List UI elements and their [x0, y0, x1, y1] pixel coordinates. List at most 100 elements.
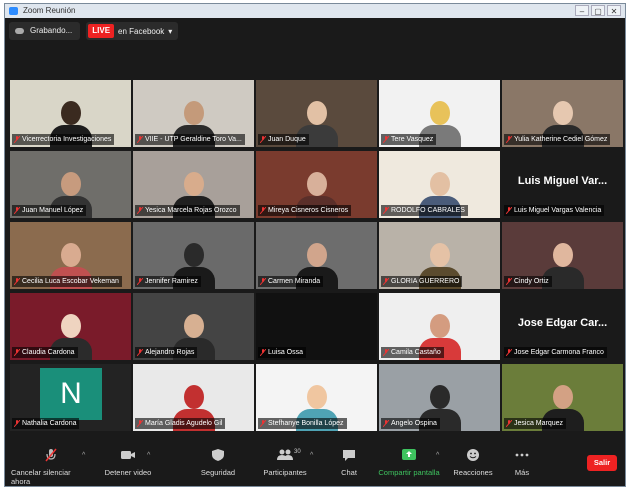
microphone-muted-icon	[14, 278, 20, 285]
participant-name-text: Camila Castaño	[391, 349, 441, 356]
participant-tile[interactable]: Vicerrectoria Investigaciones	[10, 80, 131, 147]
participant-name: Jesica Marquez	[504, 418, 567, 429]
video-options-chevron[interactable]: ^	[147, 452, 150, 459]
share-screen-label: Compartir pantalla	[378, 468, 440, 477]
participant-tile[interactable]: Jesica Marquez	[502, 364, 623, 431]
recording-indicator[interactable]: Grabando...	[9, 22, 81, 40]
unmute-button[interactable]: Cancelar silenciar ahora	[11, 448, 91, 486]
more-button[interactable]: Más	[507, 448, 537, 477]
participant-tile[interactable]: Stefhanye Bonilla López	[256, 364, 377, 431]
participant-tile[interactable]: Juan Manuel López	[10, 151, 131, 218]
security-button[interactable]: Seguridad	[193, 448, 243, 477]
participant-tile[interactable]: Yesica Marcela Rojas Orozco	[133, 151, 254, 218]
reactions-label: Reacciones	[453, 468, 493, 477]
participants-count: 30	[294, 449, 301, 455]
shield-icon	[212, 449, 224, 461]
participant-tile[interactable]: Jose Edgar Car... Jose Edgar Carmona Fran…	[502, 293, 623, 360]
audio-options-chevron[interactable]: ^	[82, 452, 85, 459]
participants-button[interactable]: Participantes	[255, 448, 315, 477]
participant-name: Juan Manuel López	[12, 205, 87, 216]
microphone-muted-icon	[14, 207, 20, 214]
participant-name: Claudia Cardona	[12, 347, 78, 358]
participant-name-text: Jose Edgar Carmona Franco	[514, 349, 604, 356]
participant-name-text: Alejandro Rojas	[145, 349, 195, 356]
microphone-muted-icon	[45, 448, 57, 462]
participant-name: Nathalia Cardona	[12, 418, 80, 429]
participant-tile[interactable]: Juan Duque	[256, 80, 377, 147]
participant-tile[interactable]: Claudia Cardona	[10, 293, 131, 360]
microphone-muted-icon	[506, 420, 512, 427]
zoom-app-icon	[9, 7, 18, 15]
participant-tile[interactable]: María Gladis Agudelo Gil	[133, 364, 254, 431]
avatar: N	[40, 368, 102, 420]
participant-name: Carmen Miranda	[258, 276, 324, 287]
participants-options-chevron[interactable]: ^	[310, 452, 313, 459]
share-screen-icon	[402, 449, 416, 460]
microphone-muted-icon	[14, 420, 20, 427]
participant-tile[interactable]: Luisa Ossa	[256, 293, 377, 360]
chat-label: Chat	[341, 468, 357, 477]
gallery-grid: Vicerrectoria Investigaciones VIIE - UTP …	[10, 80, 624, 432]
close-button[interactable]: ✕	[607, 5, 621, 16]
participant-name-text: Stefhanye Bonilla López	[268, 420, 344, 427]
participant-tile[interactable]: VIIE - UTP Geraldine Toro Va...	[133, 80, 254, 147]
participant-name-text: Yulia Katherine Cediel Gómez	[514, 136, 608, 143]
microphone-muted-icon	[383, 349, 389, 356]
leave-button[interactable]: Salir	[587, 455, 617, 471]
maximize-button[interactable]: ▢	[591, 5, 605, 16]
video-camera-icon	[121, 451, 135, 459]
share-options-chevron[interactable]: ^	[436, 452, 439, 459]
microphone-muted-icon	[14, 136, 20, 143]
participant-name: Yulia Katherine Cediel Gómez	[504, 134, 611, 145]
chat-button[interactable]: Chat	[331, 448, 367, 477]
participant-tile[interactable]: Tere Vasquez	[379, 80, 500, 147]
more-dots-icon	[515, 453, 529, 457]
participant-name-text: Claudia Cardona	[22, 349, 75, 356]
reactions-button[interactable]: Reacciones	[449, 448, 497, 477]
microphone-muted-icon	[260, 207, 266, 214]
participant-tile[interactable]: Cecilia Luca Escobar Vekeman	[10, 222, 131, 289]
security-label: Seguridad	[200, 468, 236, 477]
microphone-muted-icon	[260, 136, 266, 143]
participant-name-text: Angelo Ospina	[391, 420, 437, 427]
microphone-muted-icon	[137, 420, 143, 427]
participant-tile[interactable]: Carmen Miranda	[256, 222, 377, 289]
participants-label: Participantes	[263, 468, 307, 477]
microphone-muted-icon	[383, 207, 389, 214]
unmute-label: Cancelar silenciar ahora	[11, 468, 71, 486]
microphone-muted-icon	[137, 278, 143, 285]
window-title: Zoom Reunión	[23, 6, 76, 15]
participant-tile[interactable]: Alejandro Rojas	[133, 293, 254, 360]
participant-name: Cindy Ortiz	[504, 276, 552, 287]
participant-tile[interactable]: Luis Miguel Var... Luis Miguel Vargas Val…	[502, 151, 623, 218]
participant-tile[interactable]: Mireya Cisneros Cisneros	[256, 151, 377, 218]
participant-tile[interactable]: GLORIA GUERRERO	[379, 222, 500, 289]
share-screen-button[interactable]: Compartir pantalla	[373, 448, 445, 477]
participant-tile[interactable]: Cindy Ortiz	[502, 222, 623, 289]
participant-name-text: Juan Manuel López	[22, 207, 84, 214]
participant-name: Stefhanye Bonilla López	[258, 418, 347, 429]
participant-name-text: Yesica Marcela Rojas Orozco	[145, 207, 237, 214]
participant-tile[interactable]: RODOLFO CABRALES	[379, 151, 500, 218]
participant-name: Tere Vasquez	[381, 134, 437, 145]
participant-name-text: Mireya Cisneros Cisneros	[268, 207, 349, 214]
participant-tile[interactable]: Camila Castaño	[379, 293, 500, 360]
participant-name: Angelo Ospina	[381, 418, 440, 429]
participant-name: Luis Miguel Vargas Valencia	[504, 205, 605, 216]
live-badge: LIVE	[88, 24, 115, 38]
minimize-button[interactable]: –	[575, 5, 589, 16]
participant-name: Luisa Ossa	[258, 347, 307, 358]
participant-tile[interactable]: Jennifer Ramirez	[133, 222, 254, 289]
participant-tile[interactable]: Yulia Katherine Cediel Gómez	[502, 80, 623, 147]
live-stream-indicator[interactable]: LIVE en Facebook ▾	[86, 22, 179, 40]
participant-tile[interactable]: Angelo Ospina	[379, 364, 500, 431]
participant-tile[interactable]: N Nathalia Cardona	[10, 364, 131, 431]
microphone-muted-icon	[506, 207, 512, 214]
participant-name: Cecilia Luca Escobar Vekeman	[12, 276, 122, 287]
participants-icon	[277, 449, 293, 460]
live-target: en Facebook	[118, 26, 165, 36]
participant-name-text: Cecilia Luca Escobar Vekeman	[22, 278, 119, 285]
recording-bar: Grabando... LIVE en Facebook ▾	[9, 22, 179, 40]
window-controls: – ▢ ✕	[575, 5, 621, 16]
zoom-window: Zoom Reunión – ▢ ✕ Grabando... LIVE en F…	[4, 3, 626, 487]
